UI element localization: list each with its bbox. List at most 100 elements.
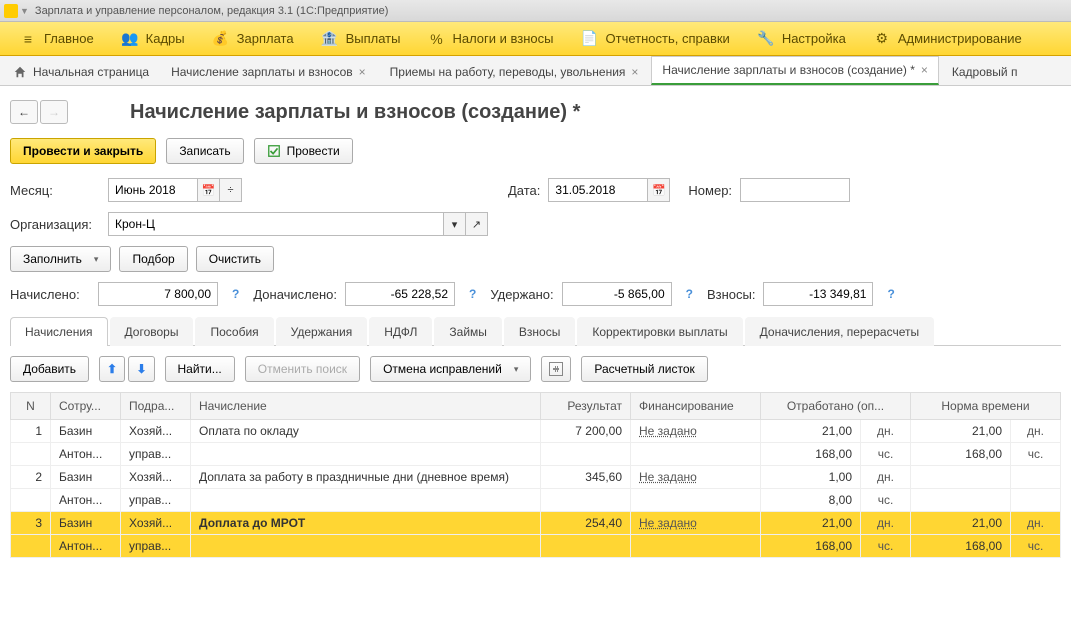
dropdown-icon[interactable]: ▼ — [20, 6, 29, 16]
close-icon[interactable]: × — [359, 65, 366, 79]
payslip-button[interactable]: Расчетный листок — [581, 356, 707, 382]
cell-dep2: управ... — [121, 489, 191, 512]
cell-worked-days: 21,00 — [761, 512, 861, 535]
tab-label: Кадровый п — [952, 65, 1018, 79]
spinner-icon[interactable]: ÷ — [220, 178, 242, 202]
financing-link[interactable]: Не задано — [639, 424, 697, 438]
col-worked[interactable]: Отработано (оп... — [761, 393, 911, 420]
tab-bar: Начальная страница Начисление зарплаты и… — [0, 56, 1071, 86]
financing-link[interactable]: Не задано — [639, 470, 697, 484]
grid-settings-button[interactable] — [541, 356, 571, 382]
table-row[interactable]: 2БазинХозяй...Доплата за работу в праздн… — [11, 466, 1061, 489]
doctab-recalc[interactable]: Доначисления, перерасчеты — [745, 317, 934, 346]
menu-label: Налоги и взносы — [452, 31, 553, 46]
calendar-icon[interactable]: 📅 — [648, 178, 670, 202]
month-input[interactable] — [108, 178, 198, 202]
pick-button[interactable]: Подбор — [119, 246, 187, 272]
tab-hires[interactable]: Приемы на работу, переводы, увольнения × — [379, 58, 650, 85]
doctab-corrections[interactable]: Корректировки выплаты — [577, 317, 742, 346]
help-icon[interactable]: ? — [686, 287, 693, 301]
calendar-icon[interactable]: 📅 — [198, 178, 220, 202]
move-down-button[interactable]: ⬇ — [128, 356, 154, 382]
cancel-search-button[interactable]: Отменить поиск — [245, 356, 360, 382]
wrench-icon: 🔧 — [758, 31, 774, 47]
doc-tabs: Начисления Договоры Пособия Удержания НД… — [10, 316, 1061, 346]
close-icon[interactable]: × — [921, 63, 928, 77]
col-result[interactable]: Результат — [541, 393, 631, 420]
menu-payments[interactable]: 🏦Выплаты — [308, 22, 415, 56]
table-row-sub[interactable]: Антон...управ...8,00чс. — [11, 489, 1061, 512]
accrued-input[interactable] — [98, 282, 218, 306]
menu-main[interactable]: ≡Главное — [6, 22, 108, 56]
post-and-close-button[interactable]: Провести и закрыть — [10, 138, 156, 164]
post-icon — [267, 144, 281, 158]
doctab-withholdings[interactable]: Удержания — [276, 317, 368, 346]
tab-label: Приемы на работу, переводы, увольнения — [390, 65, 626, 79]
cell-fin: Не задано — [631, 512, 761, 535]
cell-result: 345,60 — [541, 466, 631, 489]
menu-label: Отчетность, справки — [606, 31, 730, 46]
menu-salary[interactable]: 💰Зарплата — [199, 22, 308, 56]
menu-admin[interactable]: ⚙Администрирование — [860, 22, 1036, 56]
col-norm[interactable]: Норма времени — [911, 393, 1061, 420]
nav-back-button[interactable]: ← — [10, 100, 38, 124]
move-up-button[interactable]: ⬆ — [99, 356, 125, 382]
percent-icon: % — [428, 31, 444, 47]
nav-forward-button[interactable]: → — [40, 100, 68, 124]
main-menu: ≡Главное 👥Кадры 💰Зарплата 🏦Выплаты % Нало… — [0, 22, 1071, 56]
contrib-input[interactable] — [763, 282, 873, 306]
number-input[interactable] — [740, 178, 850, 202]
col-n[interactable]: N — [11, 393, 51, 420]
doctab-ndfl[interactable]: НДФЛ — [369, 317, 432, 346]
cell-dep: Хозяй... — [121, 512, 191, 535]
post-button[interactable]: Провести — [254, 138, 353, 164]
dropdown-icon[interactable]: ▾ — [444, 212, 466, 236]
org-input[interactable] — [108, 212, 444, 236]
tab-payroll-list[interactable]: Начисление зарплаты и взносов× — [160, 58, 377, 85]
financing-link[interactable]: Не задано — [639, 516, 697, 530]
menu-reports[interactable]: 📄Отчетность, справки — [568, 22, 744, 56]
tab-home[interactable]: Начальная страница — [4, 58, 158, 85]
add-button[interactable]: Добавить — [10, 356, 89, 382]
col-emp[interactable]: Сотру... — [51, 393, 121, 420]
table-row-sub[interactable]: Антон...управ...168,00чс.168,00чс. — [11, 443, 1061, 466]
help-icon[interactable]: ? — [887, 287, 894, 301]
doctab-contracts[interactable]: Договоры — [110, 317, 194, 346]
table-row[interactable]: 3БазинХозяй...Доплата до МРОТ254,40Не за… — [11, 512, 1061, 535]
menu-taxes[interactable]: % Налоги и взносы — [414, 22, 567, 56]
cell-dep: Хозяй... — [121, 466, 191, 489]
save-button[interactable]: Записать — [166, 138, 243, 164]
withheld-input[interactable] — [562, 282, 672, 306]
doctab-contrib[interactable]: Взносы — [504, 317, 575, 346]
table-row[interactable]: 1БазинХозяй...Оплата по окладу7 200,00Не… — [11, 420, 1061, 443]
tab-payroll-create[interactable]: Начисление зарплаты и взносов (создание)… — [651, 56, 938, 85]
table-row-sub[interactable]: Антон...управ...168,00чс.168,00чс. — [11, 535, 1061, 558]
open-icon[interactable]: ↗ — [466, 212, 488, 236]
bank-icon: 🏦 — [322, 31, 338, 47]
cell-norm-hours: 168,00 — [911, 535, 1011, 558]
doctab-loans[interactable]: Займы — [434, 317, 502, 346]
menu-settings[interactable]: 🔧Настройка — [744, 22, 860, 56]
col-fin[interactable]: Финансирование — [631, 393, 761, 420]
tab-hr-cut[interactable]: Кадровый п — [941, 58, 1029, 85]
fill-button[interactable]: Заполнить — [10, 246, 111, 272]
withheld-label: Удержано: — [490, 287, 553, 302]
close-icon[interactable]: × — [631, 65, 638, 79]
col-accrual[interactable]: Начисление — [191, 393, 541, 420]
cell-result: 254,40 — [541, 512, 631, 535]
menu-icon: ≡ — [20, 31, 36, 47]
doctab-benefits[interactable]: Пособия — [195, 317, 273, 346]
col-dep[interactable]: Подра... — [121, 393, 191, 420]
menu-hr[interactable]: 👥Кадры — [108, 22, 199, 56]
cell-norm-days: 21,00 — [911, 512, 1011, 535]
addl-input[interactable] — [345, 282, 455, 306]
find-button[interactable]: Найти... — [165, 356, 235, 382]
date-input[interactable] — [548, 178, 648, 202]
help-icon[interactable]: ? — [232, 287, 239, 301]
cancel-fix-button[interactable]: Отмена исправлений — [370, 356, 531, 382]
page-title: Начисление зарплаты и взносов (создание)… — [130, 101, 580, 124]
doctab-accruals[interactable]: Начисления — [10, 317, 108, 346]
clear-button[interactable]: Очистить — [196, 246, 274, 272]
cell-norm-hours — [911, 489, 1011, 512]
help-icon[interactable]: ? — [469, 287, 476, 301]
